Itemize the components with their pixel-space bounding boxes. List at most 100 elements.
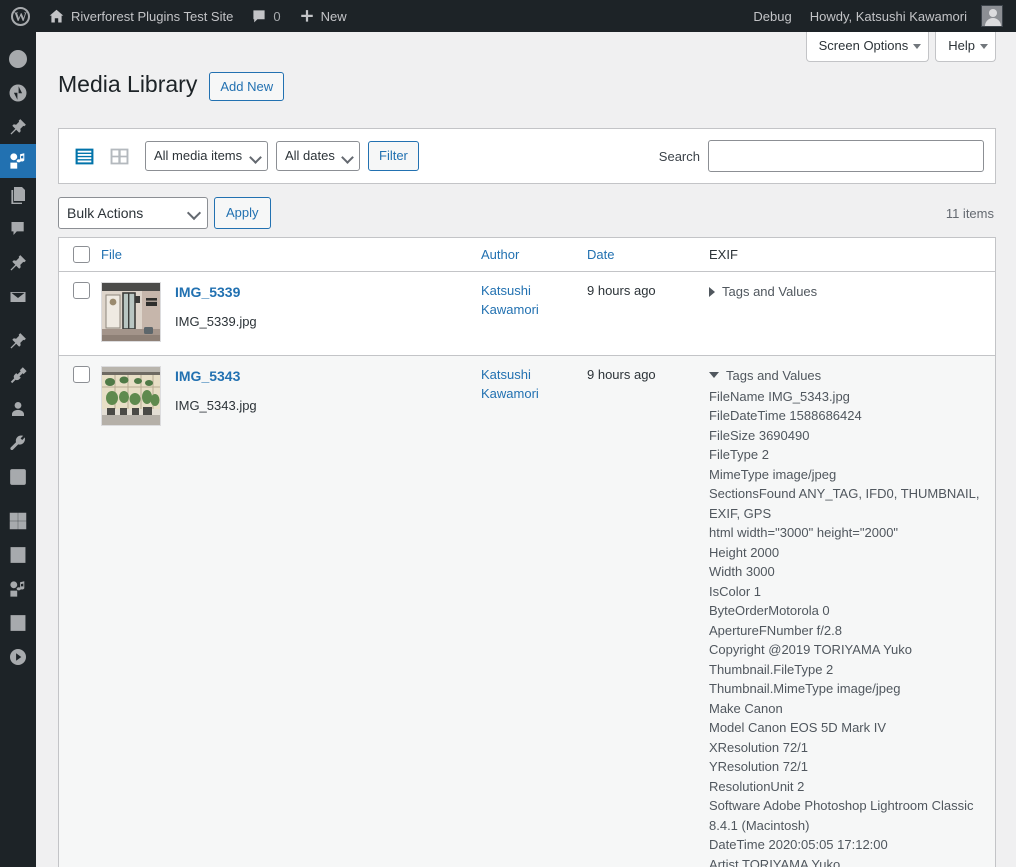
file-meta: IMG_5339 IMG_5339.jpg <box>175 282 257 342</box>
sidebar-item-media[interactable] <box>0 144 44 178</box>
site-name-label: Riverforest Plugins Test Site <box>71 8 234 24</box>
admin-sidebar-menu <box>0 32 44 867</box>
sidebar-item-import[interactable] <box>0 606 36 640</box>
exif-line: Thumbnail.FileType 2 <box>709 661 834 677</box>
sidebar-item-posts[interactable] <box>0 110 36 144</box>
exif-line: html width="3000" height="2000" <box>709 525 899 540</box>
user-icon <box>12 402 24 416</box>
exif-line: Artist TORIYAMA Yuko <box>709 856 841 867</box>
media-type-filter[interactable]: All media items <box>145 141 268 171</box>
sidebar-item-plugins[interactable] <box>0 358 36 392</box>
add-new-button[interactable]: Add New <box>209 72 285 102</box>
list-view-button[interactable] <box>70 142 98 170</box>
sidebar-item-media-extra[interactable] <box>0 572 36 606</box>
date-value: 9 hours ago <box>587 367 656 382</box>
sidebar-item-tools[interactable] <box>0 426 36 460</box>
select-all-checkbox[interactable] <box>73 246 90 263</box>
media-thumbnail[interactable] <box>101 366 161 426</box>
exif-line: Software Adobe Photoshop Lightroom Class… <box>709 798 974 833</box>
tablenav-top: Bulk Actions Apply 11 items <box>58 196 996 230</box>
date-cell: 9 hours ago <box>587 272 709 301</box>
comments-count: 0 <box>273 8 281 24</box>
exif-toggle[interactable]: Tags and Values <box>709 282 981 302</box>
sidebar-item-projects[interactable] <box>0 324 36 358</box>
plug-icon <box>10 367 27 384</box>
sidebar-item-modules[interactable] <box>0 504 36 538</box>
debug-menu[interactable]: Debug <box>744 0 800 32</box>
exif-line: XResolution 72/1 <box>709 739 809 755</box>
main-content-wrap: Screen Options Help Media Library Add Ne… <box>36 32 1016 867</box>
media-title-link[interactable]: IMG_5343 <box>175 367 257 387</box>
page-title-row: Media Library Add New <box>58 68 285 102</box>
jetpack-icon <box>9 84 27 102</box>
sidebar-item-dashboard[interactable] <box>0 42 36 76</box>
chevron-down-icon <box>980 44 988 50</box>
author-cell: Katsushi Kawamori <box>481 272 587 320</box>
media-icon <box>10 153 25 169</box>
sidebar-item-settings[interactable] <box>0 460 36 494</box>
exif-line: FileType 2 <box>709 447 769 462</box>
table-row: IMG_5343 IMG_5343.jpg Katsushi Kawamori … <box>59 356 995 867</box>
admin-bar: Riverforest Plugins Test Site 0 New Debu… <box>0 0 1016 32</box>
help-label: Help <box>948 38 975 53</box>
media-title-link[interactable]: IMG_5339 <box>175 283 257 303</box>
help-button[interactable]: Help <box>935 32 996 62</box>
sidebar-item-player[interactable] <box>0 640 36 674</box>
column-header-author[interactable]: Author <box>481 247 587 262</box>
pin-icon <box>10 119 26 135</box>
column-header-date[interactable]: Date <box>587 247 709 262</box>
dashboard-icon <box>9 50 27 68</box>
plus-icon <box>299 8 315 24</box>
media-filename: IMG_5339.jpg <box>175 313 257 329</box>
screen-meta-links: Screen Options Help <box>805 32 996 62</box>
date-filter[interactable]: All dates <box>276 141 360 171</box>
apply-button[interactable]: Apply <box>214 197 271 229</box>
file-cell: IMG_5339 IMG_5339.jpg <box>101 272 481 342</box>
sidebar-item-users[interactable] <box>0 392 36 426</box>
row-select-cell <box>59 356 101 383</box>
list-view-icon <box>75 148 93 164</box>
wp-logo-menu[interactable] <box>2 0 39 32</box>
bulk-actions-select[interactable]: Bulk Actions <box>58 197 208 229</box>
sidebar-item-portfolio[interactable] <box>0 246 36 280</box>
home-icon <box>48 8 65 25</box>
play-circle-icon <box>10 649 26 665</box>
sidebar-item-pages[interactable] <box>0 178 36 212</box>
comment-bubble-icon <box>251 8 267 24</box>
exif-cell: Tags and Values <box>709 272 995 303</box>
date-value: 9 hours ago <box>587 283 656 298</box>
exif-cell: Tags and Values FileName IMG_5343.jpg Fil… <box>709 356 995 867</box>
column-header-file[interactable]: File <box>101 247 481 262</box>
sidebar-item-export[interactable] <box>0 538 36 572</box>
author-link[interactable]: Katsushi Kawamori <box>481 366 587 404</box>
exif-line: FileName IMG_5343.jpg <box>709 388 850 404</box>
comments-menu[interactable]: 0 <box>242 0 289 32</box>
exif-line: Make Canon <box>709 700 783 716</box>
search-area: Search <box>659 140 984 172</box>
exif-toggle[interactable]: Tags and Values <box>709 366 981 386</box>
file-meta: IMG_5343 IMG_5343.jpg <box>175 366 257 426</box>
date-filter-wrap: All dates <box>276 141 360 171</box>
filter-button[interactable]: Filter <box>368 141 419 171</box>
author-link[interactable]: Katsushi Kawamori <box>481 282 587 320</box>
sidebar-item-comments[interactable] <box>0 212 36 246</box>
exif-summary-label: Tags and Values <box>726 368 822 383</box>
row-checkbox[interactable] <box>73 282 90 299</box>
pages-icon <box>11 187 25 204</box>
new-label: New <box>320 8 347 24</box>
wordpress-logo-icon <box>11 6 30 26</box>
my-account-menu[interactable]: Howdy, Katsushi Kawamori <box>801 0 1012 32</box>
howdy-label: Howdy, Katsushi Kawamori <box>809 8 967 24</box>
new-content-menu[interactable]: New <box>290 0 356 32</box>
screen-options-button[interactable]: Screen Options <box>805 32 930 62</box>
grid-view-button[interactable] <box>105 142 133 170</box>
search-input[interactable] <box>708 140 984 172</box>
sidebar-item-jetpack[interactable] <box>0 76 36 110</box>
debug-label: Debug <box>753 8 792 24</box>
row-checkbox[interactable] <box>73 366 90 383</box>
sidebar-item-feedback[interactable] <box>0 280 36 314</box>
media-thumbnail[interactable] <box>101 282 161 342</box>
screen-options-label: Screen Options <box>818 38 909 53</box>
envelope-icon <box>10 292 26 302</box>
site-name-menu[interactable]: Riverforest Plugins Test Site <box>39 0 242 32</box>
